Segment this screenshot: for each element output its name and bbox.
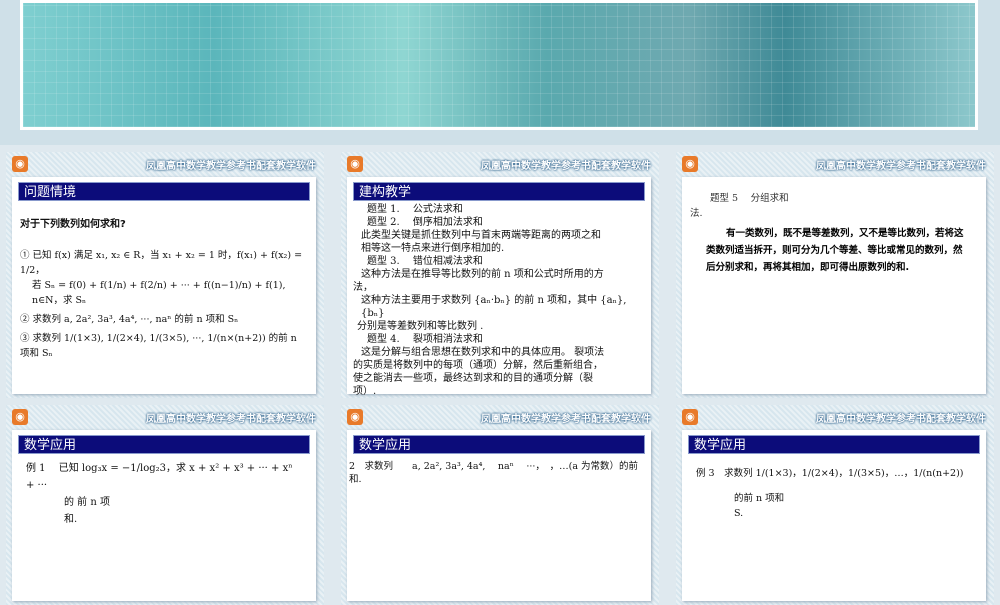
logo-icon: ◉ xyxy=(12,156,28,172)
slide-title: 数学应用 xyxy=(688,435,980,454)
line: 题型 3. 错位相减法求和 xyxy=(367,256,483,267)
slide-4[interactable]: ◉ 凤凰高中数学教学参考书配套教学软件 数学应用 例 1 已知 log₃x = −… xyxy=(6,405,324,605)
brand-title: 凤凰高中数学教学参考书配套教学软件 xyxy=(481,161,651,172)
slide-5[interactable]: ◉ 凤凰高中数学教学参考书配套教学软件 数学应用 2 求数列 a, 2a², 3a… xyxy=(341,405,659,605)
banner xyxy=(0,0,1000,145)
line: 法. xyxy=(690,208,703,219)
slide-title: 建构教学 xyxy=(353,182,645,201)
lead: 对于下列数列如何求和? xyxy=(20,219,126,230)
logo-icon: ◉ xyxy=(347,156,363,172)
logo-icon: ◉ xyxy=(347,409,363,425)
slide-title: 问题情境 xyxy=(18,182,310,201)
brand-title: 凤凰高中数学教学参考书配套教学软件 xyxy=(146,414,316,425)
line: 和. xyxy=(349,474,362,485)
brand-title: 凤凰高中数学教学参考书配套教学软件 xyxy=(146,161,316,172)
line: 法， xyxy=(353,282,373,293)
line: 若 Sₙ = f(0) + f(1/n) + f(2/n) + ··· + f(… xyxy=(32,280,286,306)
line: S. xyxy=(734,508,744,519)
line: 题型 5 分组求和 xyxy=(710,193,789,204)
line: 这种方法主要用于求数列 {aₙ·bₙ} 的前 n 项和，其中 {aₙ},{bₙ} xyxy=(361,295,627,319)
slide-title: 数学应用 xyxy=(18,435,310,454)
line: ③ 求数列 1/(1×3), 1/(2×4), 1/(3×5), ···, 1/… xyxy=(20,333,297,359)
line: ② 求数列 a, 2a², 3a³, 4a⁴, ···, naⁿ 的前 n 项和… xyxy=(20,314,239,325)
logo-icon: ◉ xyxy=(682,156,698,172)
line: 2 求数列 a, 2a², 3a³, 4a⁴, naⁿ ···， ，…(a 为常… xyxy=(349,461,639,472)
line: 项）. xyxy=(353,386,377,397)
line: 的实质是将数列中的每项（通项）分解，然后重新组合， xyxy=(353,360,603,371)
line: ① 已知 f(x) 满足 x₁, x₂ ∈ R，当 x₁ + x₂ = 1 时，… xyxy=(20,250,303,276)
line: 这是分解与组合思想在数列求和中的具体应用。 裂项法 xyxy=(361,347,605,358)
slide-1[interactable]: ◉ 凤凰高中数学教学参考书配套教学软件 问题情境 对于下列数列如何求和? ① 已知… xyxy=(6,152,324,398)
line: 题型 1. 公式法求和 xyxy=(367,204,463,215)
line: 使之能消去一些项，最终达到求和的目的通项分解（裂 xyxy=(353,373,593,384)
line: 分别是等差数列和等比数列 . xyxy=(357,321,484,332)
banner-image xyxy=(20,0,978,130)
line: 例 1 已知 log₃x = −1/log₂3，求 x + x² + x³ + … xyxy=(26,463,293,491)
brand-title: 凤凰高中数学教学参考书配套教学软件 xyxy=(816,161,986,172)
paragraph: 有一类数列，既不是等差数列，又不是等比数列，若将这类数列适当拆开，则可分为几个等… xyxy=(706,228,964,273)
line: 题型 2. 倒序相加法求和 xyxy=(367,217,483,228)
line: 相等这一特点来进行倒序相加的. xyxy=(361,243,505,254)
brand-title: 凤凰高中数学教学参考书配套教学软件 xyxy=(816,414,986,425)
logo-icon: ◉ xyxy=(12,409,28,425)
line: 例 3 求数列 1/(1×3)，1/(2×4)，1/(3×5)，…，1/(n(n… xyxy=(696,468,964,479)
line: 的前 n 项和 xyxy=(734,493,785,504)
line: 题型 4. 裂项相消法求和 xyxy=(367,334,483,345)
slide-title: 数学应用 xyxy=(353,435,645,454)
line: 的 前 n 项 xyxy=(64,497,110,508)
slide-3[interactable]: ◉ 凤凰高中数学教学参考书配套教学软件 题型 5 分组求和 法. 有一类数列，既不… xyxy=(676,152,994,398)
brand-title: 凤凰高中数学教学参考书配套教学软件 xyxy=(481,414,651,425)
slide-6[interactable]: ◉ 凤凰高中数学教学参考书配套教学软件 数学应用 例 3 求数列 1/(1×3)，… xyxy=(676,405,994,605)
slide-2[interactable]: ◉ 凤凰高中数学教学参考书配套教学软件 建构教学 题型 1. 公式法求和 题型 2… xyxy=(341,152,659,398)
logo-icon: ◉ xyxy=(682,409,698,425)
line: 这种方法是在推导等比数列的前 n 项和公式时所用的方 xyxy=(361,269,604,280)
line: 和. xyxy=(64,514,78,525)
line: 此类型关键是抓住数列中与首末两端等距离的两项之和 xyxy=(361,230,601,241)
